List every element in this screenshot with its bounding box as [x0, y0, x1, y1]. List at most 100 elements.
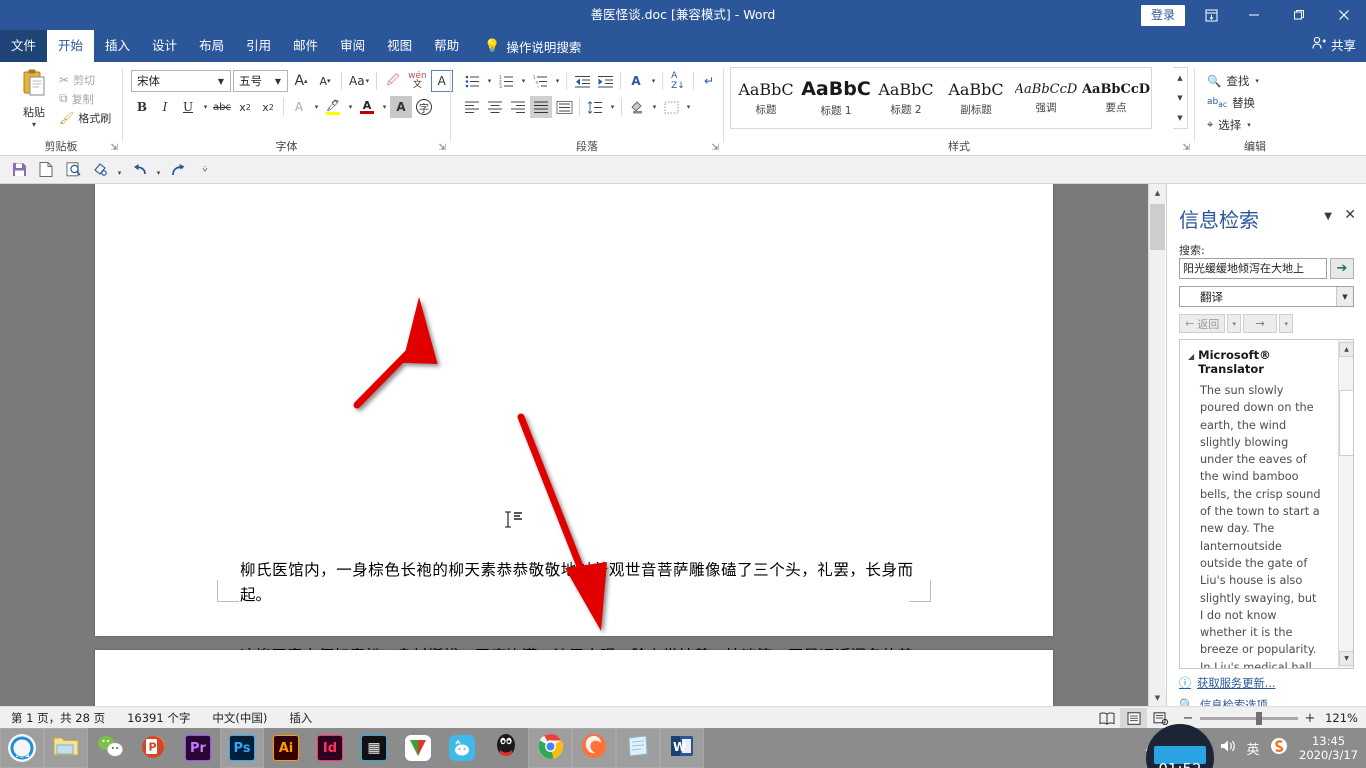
asian-layout-dropdown-icon[interactable]: ▾: [648, 70, 658, 92]
distributed-align-icon[interactable]: [553, 96, 575, 118]
paste-button[interactable]: 粘贴 ▾: [12, 68, 56, 129]
customize-quick-access-icon[interactable]: ⩒: [193, 159, 217, 181]
clipboard-dialog-launcher[interactable]: ⇲: [110, 143, 118, 153]
style-item-heading1[interactable]: AaBbC 标题 1: [801, 68, 871, 128]
tab-layout[interactable]: 布局: [188, 30, 235, 62]
tab-design[interactable]: 设计: [141, 30, 188, 62]
undo-dropdown-icon[interactable]: ▾: [154, 159, 163, 181]
align-left-icon[interactable]: [461, 96, 483, 118]
save-icon[interactable]: [7, 159, 31, 181]
minimize-icon[interactable]: [1231, 0, 1276, 30]
touch-mode-icon[interactable]: [88, 159, 112, 181]
font-family-combo[interactable]: 宋体 ▼: [131, 70, 231, 92]
undo-icon[interactable]: [127, 159, 151, 181]
style-item-strong[interactable]: AaBbCcD 要点: [1081, 68, 1151, 128]
font-size-combo[interactable]: 五号 ▼: [233, 70, 288, 92]
align-justify-icon[interactable]: [530, 96, 552, 118]
read-mode-icon[interactable]: [1093, 708, 1120, 728]
zoom-level[interactable]: 121%: [1324, 711, 1366, 725]
numbering-dropdown-icon[interactable]: ▾: [518, 70, 528, 92]
numbering-icon[interactable]: 123: [495, 70, 517, 92]
underline-button[interactable]: U: [177, 96, 199, 118]
touch-mode-dropdown-icon[interactable]: ▾: [115, 159, 124, 181]
replace-button[interactable]: abac 替换: [1203, 92, 1263, 114]
taskbar-firefox[interactable]: [572, 728, 616, 768]
language-indicator[interactable]: 中文(中国): [201, 710, 278, 726]
back-dropdown-icon[interactable]: ▾: [1227, 314, 1242, 333]
volume-icon[interactable]: [1217, 738, 1237, 758]
show-formatting-marks-icon[interactable]: ↵: [698, 70, 720, 92]
italic-button[interactable]: I: [154, 96, 176, 118]
underline-dropdown-icon[interactable]: ▾: [200, 96, 210, 118]
restore-icon[interactable]: [1276, 0, 1321, 30]
shading-dropdown-icon[interactable]: ▾: [649, 96, 659, 118]
enclose-characters-button[interactable]: 字: [413, 96, 435, 118]
zoom-slider-track[interactable]: [1200, 711, 1298, 725]
scroll-down-icon[interactable]: ▼: [1173, 88, 1187, 108]
more-styles-icon[interactable]: ▼: [1173, 108, 1187, 128]
insert-mode[interactable]: 插入: [278, 710, 323, 726]
document-page-1[interactable]: 柳氏医馆内，一身棕色长袍的柳天素恭恭敬敬地对着观世音菩萨雕像磕了三个头，礼罢，长…: [95, 184, 1053, 690]
tab-insert[interactable]: 插入: [94, 30, 141, 62]
redo-icon[interactable]: [166, 159, 190, 181]
sign-in-button[interactable]: 登录: [1140, 4, 1185, 26]
text-effects-dropdown-icon[interactable]: ▾: [311, 96, 321, 118]
document-vertical-scrollbar[interactable]: ▲ ▼: [1148, 184, 1166, 706]
close-icon[interactable]: [1321, 0, 1366, 30]
character-shading-button[interactable]: A: [390, 96, 412, 118]
word-count[interactable]: 16391 个字: [116, 710, 201, 726]
subscript-button[interactable]: x2: [234, 96, 256, 118]
format-painter-button[interactable]: 🖌 格式刷: [56, 108, 114, 127]
taskbar-quark-browser[interactable]: [0, 728, 44, 768]
paste-dropdown-icon[interactable]: ▾: [12, 120, 56, 129]
clear-formatting-icon[interactable]: 🖉: [382, 70, 404, 92]
tab-view[interactable]: 视图: [376, 30, 423, 62]
style-item-heading2[interactable]: AaBbC 标题 2: [871, 68, 941, 128]
result-provider-heading[interactable]: ◢ Microsoft® Translator: [1188, 348, 1320, 376]
back-button[interactable]: ← 返回: [1179, 314, 1226, 333]
taskbar-file-explorer[interactable]: [44, 728, 88, 768]
tab-home[interactable]: 开始: [47, 30, 95, 62]
get-service-updates-link[interactable]: ⓘ 获取服务更新...: [1179, 674, 1276, 691]
taskbar-premiere-pro[interactable]: Pr: [176, 728, 220, 768]
asian-layout-icon[interactable]: A: [625, 70, 647, 92]
scroll-up-icon[interactable]: ▲: [1173, 68, 1187, 88]
zoom-control[interactable]: − +: [1174, 711, 1324, 726]
font-dialog-launcher[interactable]: ⇲: [438, 143, 446, 153]
multilevel-dropdown-icon[interactable]: ▾: [552, 70, 562, 92]
pane-options-icon[interactable]: ▼: [1324, 211, 1332, 222]
zoom-slider-thumb[interactable]: [1256, 711, 1262, 725]
cut-button[interactable]: ✂ 剪切: [56, 70, 114, 89]
change-case-button[interactable]: Aa ▾: [347, 70, 371, 92]
font-color-button[interactable]: A: [356, 96, 378, 118]
zoom-in-icon[interactable]: +: [1304, 711, 1316, 726]
line-spacing-icon[interactable]: [584, 96, 606, 118]
bold-button[interactable]: B: [131, 96, 153, 118]
phonetic-guide-icon[interactable]: wén 文: [406, 70, 429, 92]
align-center-icon[interactable]: [484, 96, 506, 118]
style-item-emphasis[interactable]: AaBbCcD 强调: [1011, 68, 1081, 128]
decrease-indent-icon[interactable]: [571, 70, 593, 92]
bullets-dropdown-icon[interactable]: ▾: [484, 70, 494, 92]
shrink-font-button[interactable]: A ▾: [314, 70, 336, 92]
document-canvas[interactable]: 柳氏医馆内，一身棕色长袍的柳天素恭恭敬敬地对着观世音菩萨雕像磕了三个头，礼罢，长…: [0, 184, 1148, 706]
sogou-input-icon[interactable]: [1269, 737, 1289, 759]
page-info[interactable]: 第 1 页，共 28 页: [0, 710, 116, 726]
scrollbar-thumb[interactable]: [1150, 204, 1165, 250]
taskbar-microsoft-word[interactable]: W: [660, 728, 704, 768]
align-right-icon[interactable]: [507, 96, 529, 118]
grow-font-button[interactable]: A ▴: [290, 70, 312, 92]
scroll-up-icon[interactable]: ▲: [1149, 184, 1166, 201]
shading-icon[interactable]: [626, 96, 648, 118]
styles-gallery-scroll[interactable]: ▲ ▼ ▼: [1173, 67, 1188, 129]
borders-icon[interactable]: [660, 96, 682, 118]
search-input[interactable]: 阳光缓缓地倾泻在大地上: [1179, 258, 1327, 279]
print-preview-icon[interactable]: [61, 159, 85, 181]
taskbar-photoshop[interactable]: Ps: [220, 728, 264, 768]
tab-review[interactable]: 审阅: [329, 30, 376, 62]
find-dropdown-icon[interactable]: ▾: [1255, 77, 1259, 85]
highlight-dropdown-icon[interactable]: ▾: [345, 96, 355, 118]
print-layout-icon[interactable]: [1120, 708, 1147, 728]
find-button[interactable]: 🔍 查找 ▾: [1203, 70, 1263, 92]
results-scrollbar[interactable]: ▲ ▼: [1338, 340, 1353, 668]
